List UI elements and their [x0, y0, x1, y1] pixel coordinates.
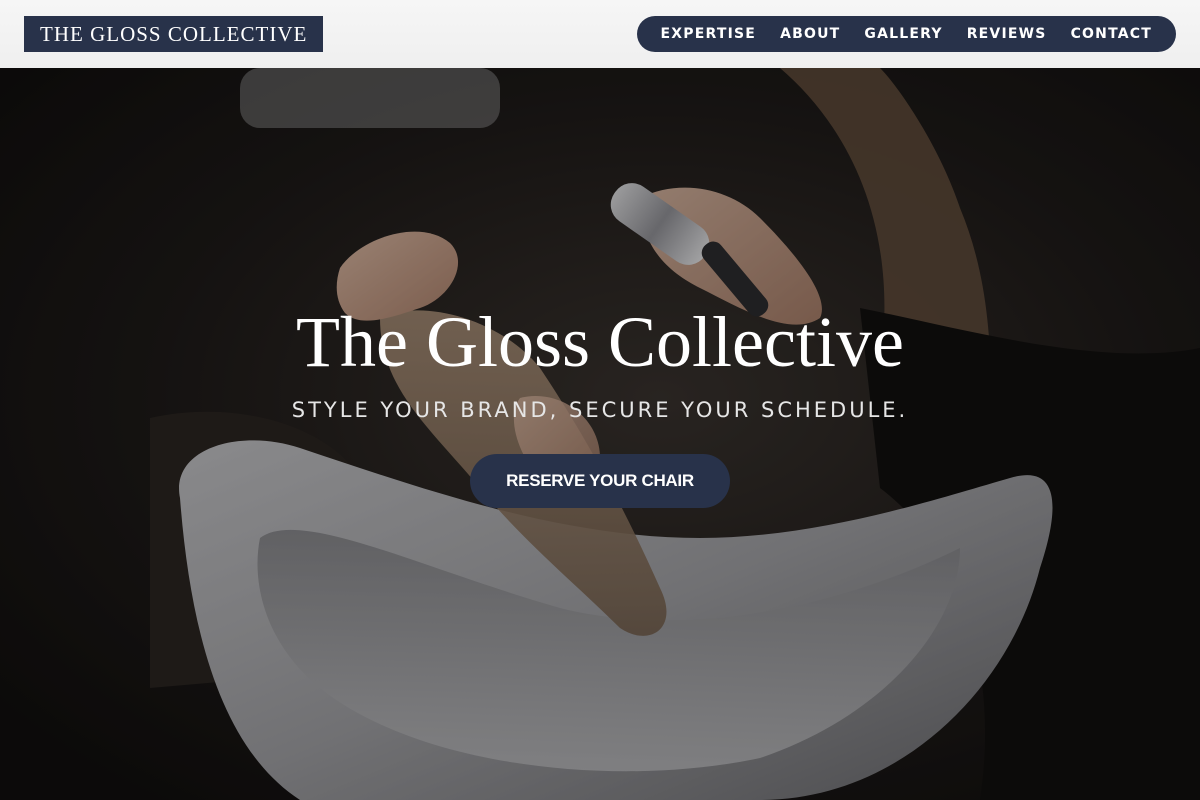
- site-logo[interactable]: THE GLOSS COLLECTIVE: [24, 16, 324, 52]
- hero-section: The Gloss Collective STYLE YOUR BRAND, S…: [0, 68, 1200, 800]
- nav-item-reviews[interactable]: REVIEWS: [955, 26, 1059, 42]
- nav-item-gallery[interactable]: GALLERY: [852, 26, 954, 42]
- hero-title: The Gloss Collective: [296, 302, 904, 382]
- nav-item-expertise[interactable]: EXPERTISE: [649, 26, 769, 42]
- reserve-chair-button[interactable]: RESERVE YOUR CHAIR: [470, 454, 730, 508]
- hero-content: The Gloss Collective STYLE YOUR BRAND, S…: [0, 300, 1200, 508]
- logo-text: THE GLOSS COLLECTIVE: [40, 21, 308, 46]
- nav-item-contact[interactable]: CONTACT: [1059, 26, 1164, 42]
- hero-tagline: STYLE YOUR BRAND, SECURE YOUR SCHEDULE.: [291, 398, 909, 422]
- site-header: THE GLOSS COLLECTIVE EXPERTISE ABOUT GAL…: [0, 0, 1200, 68]
- nav-item-about[interactable]: ABOUT: [768, 26, 852, 42]
- main-nav: EXPERTISE ABOUT GALLERY REVIEWS CONTACT: [636, 16, 1176, 52]
